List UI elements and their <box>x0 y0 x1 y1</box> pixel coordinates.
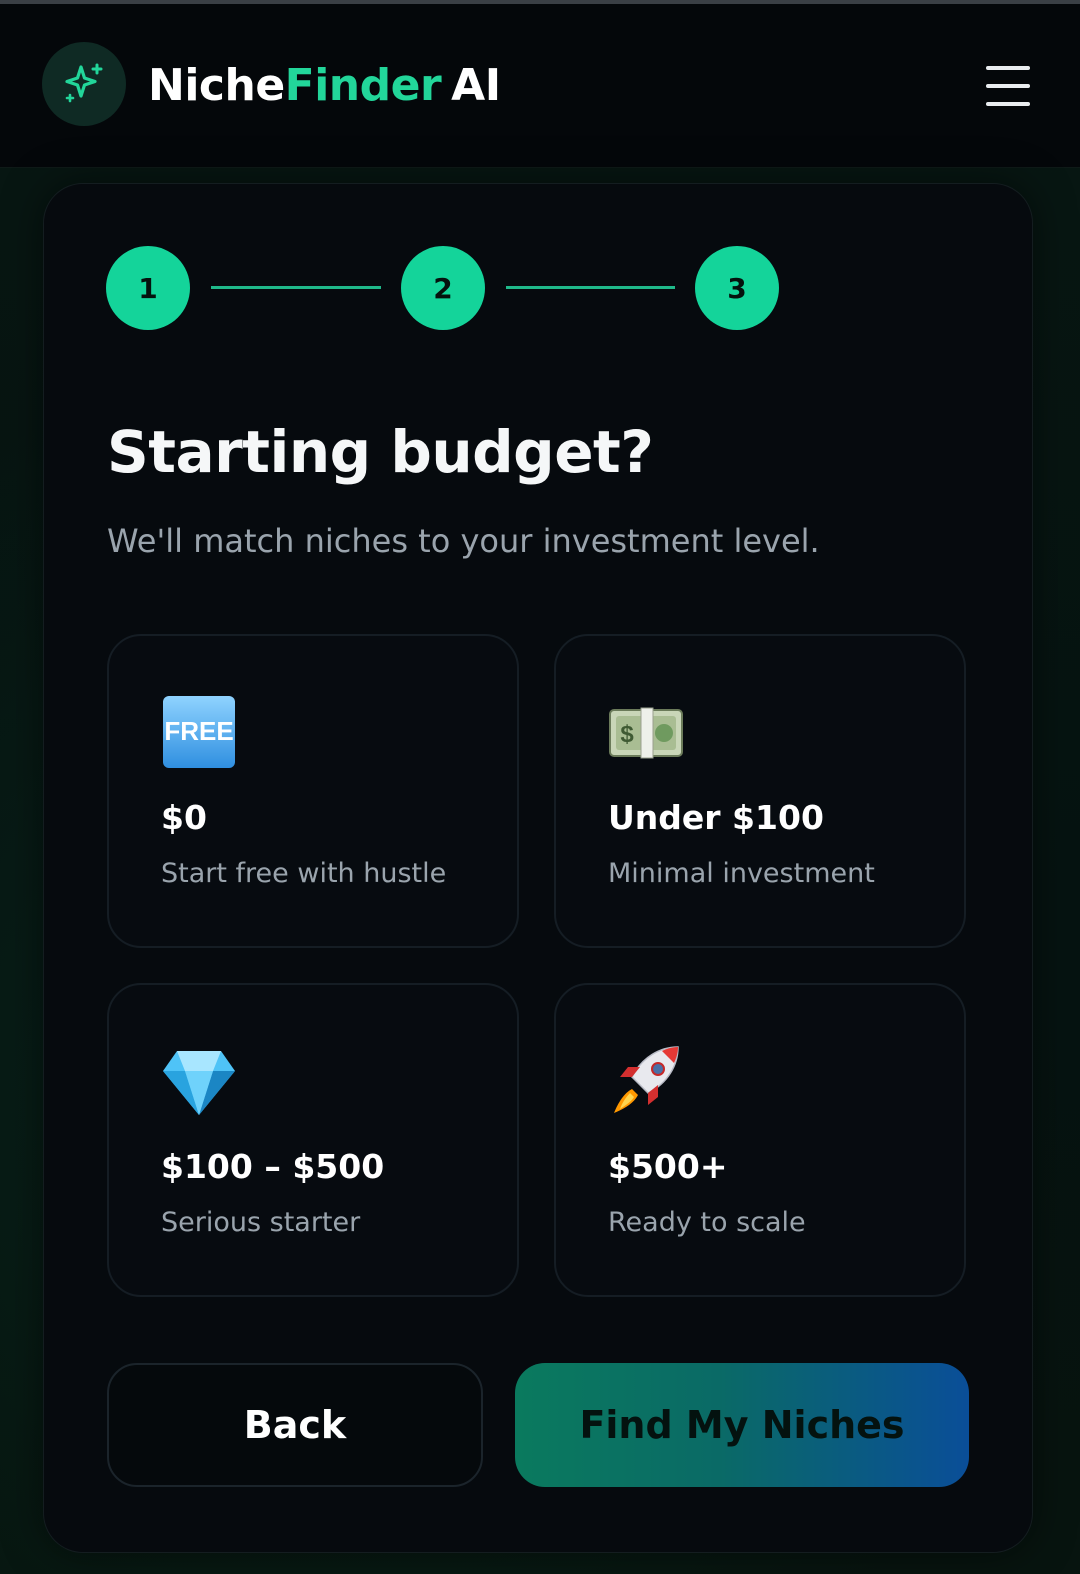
app-header: NicheFinder AI <box>0 4 1080 168</box>
hamburger-menu-icon[interactable] <box>986 66 1030 106</box>
brand-name[interactable]: NicheFinder AI <box>148 56 501 116</box>
back-button[interactable]: Back <box>107 1363 483 1487</box>
menu-bar-bottom <box>986 102 1030 106</box>
step-connector-1 <box>211 286 381 289</box>
option-description: Serious starter <box>161 1207 361 1238</box>
budget-option-free[interactable]: FREE $0 Start free with hustle <box>107 634 519 948</box>
step-1-indicator: 1 <box>106 246 190 330</box>
step-3-indicator: 3 <box>695 246 779 330</box>
option-label: $100 – $500 <box>161 1147 385 1186</box>
option-description: Minimal investment <box>608 858 875 889</box>
budget-option-under-100[interactable]: $ Under $100 Minimal investment <box>554 634 966 948</box>
menu-bar-top <box>986 66 1030 70</box>
question-subtitle: We'll match niches to your investment le… <box>107 522 820 560</box>
brand-ai: AI <box>451 60 501 111</box>
svg-text:FREE: FREE <box>164 716 233 746</box>
budget-option-500-plus[interactable]: $500+ Ready to scale <box>554 983 966 1297</box>
gem-icon <box>163 1051 235 1115</box>
svg-text:$: $ <box>620 721 634 748</box>
find-my-niches-button[interactable]: Find My Niches <box>515 1363 969 1487</box>
question-title: Starting budget? <box>107 418 654 486</box>
step-2-indicator: 2 <box>401 246 485 330</box>
rocket-icon <box>614 1046 679 1113</box>
logo-badge[interactable] <box>42 42 126 126</box>
option-label: $500+ <box>608 1147 728 1186</box>
option-label: Under $100 <box>608 798 824 837</box>
brand-finder: Finder <box>284 60 442 111</box>
option-description: Start free with hustle <box>161 858 447 889</box>
step-connector-2 <box>506 286 675 289</box>
brand-niche: Niche <box>148 60 285 111</box>
option-description: Ready to scale <box>608 1207 806 1238</box>
sparkle-icon <box>65 63 103 103</box>
budget-option-100-500[interactable]: $100 – $500 Serious starter <box>107 983 519 1297</box>
free-badge-icon: FREE <box>163 696 235 768</box>
menu-bar-middle <box>986 84 1030 88</box>
dollar-banknote-icon: $ <box>609 707 683 759</box>
option-label: $0 <box>161 798 207 837</box>
